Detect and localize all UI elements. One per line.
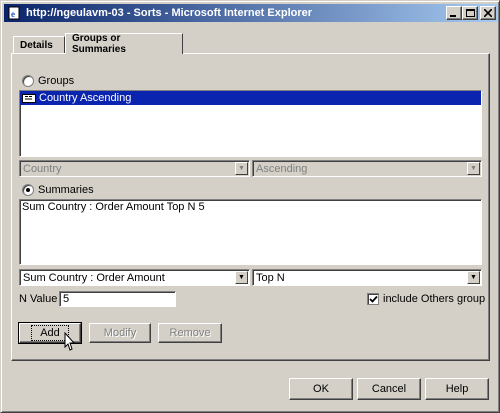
groups-list[interactable]: Country Ascending [19, 90, 482, 157]
n-value-label: N Value [19, 293, 58, 305]
include-others-row[interactable]: include Others group [367, 293, 485, 305]
list-item[interactable]: Country Ascending [20, 91, 481, 105]
chevron-down-icon: ▼ [235, 271, 248, 284]
summaries-radio[interactable] [22, 184, 34, 196]
cancel-button-label: Cancel [371, 383, 407, 395]
remove-button-label: Remove [169, 327, 211, 339]
groups-radio[interactable] [22, 75, 34, 87]
groups-radio-label: Groups [38, 75, 75, 87]
tab-groups-or-summaries[interactable]: Groups or Summaries [65, 33, 183, 55]
chevron-down-icon: ▼ [467, 271, 480, 284]
title-bar[interactable]: e http://ngeulavm-03 - Sorts - Microsoft… [4, 4, 498, 22]
minimize-icon[interactable] [446, 6, 462, 20]
groups-radio-row[interactable]: Groups [22, 75, 74, 87]
window-title: http://ngeulavm-03 - Sorts - Microsoft I… [26, 7, 313, 19]
tab-details-label: Details [20, 40, 53, 51]
chevron-down-icon: ▼ [467, 162, 480, 175]
list-item-label: Country Ascending [39, 92, 132, 104]
group-order-value: Ascending [256, 162, 308, 175]
summary-field-select[interactable]: Sum Country : Order Amount ▼ [19, 269, 250, 286]
n-value-input[interactable]: 5 [59, 291, 176, 307]
list-item-label: Sum Country : Order Amount Top N 5 [22, 201, 205, 213]
summaries-radio-row[interactable]: Summaries [22, 184, 94, 196]
summary-field-value: Sum Country : Order Amount [23, 271, 165, 284]
summary-type-value: Top N [256, 271, 285, 284]
group-order-select[interactable]: Ascending ▼ [252, 160, 482, 177]
ie-page-icon: e [6, 5, 22, 21]
summaries-radio-label: Summaries [38, 184, 94, 196]
tab-details[interactable]: Details [13, 36, 65, 54]
svg-text:e: e [11, 9, 15, 19]
group-field-select[interactable]: Country ▼ [19, 160, 250, 177]
remove-button[interactable]: Remove [158, 323, 222, 343]
modify-button-label: Modify [103, 327, 137, 339]
mouse-pointer-icon [62, 331, 76, 354]
ok-button[interactable]: OK [289, 378, 353, 400]
window-controls [446, 6, 496, 20]
help-button[interactable]: Help [425, 378, 489, 400]
sort-row-icon [22, 93, 36, 103]
dialog-window: e http://ngeulavm-03 - Sorts - Microsoft… [0, 0, 500, 413]
n-value-text: 5 [63, 293, 70, 305]
summaries-list[interactable]: Sum Country : Order Amount Top N 5 [19, 199, 482, 265]
maximize-icon[interactable] [462, 6, 478, 20]
checkmark-icon [368, 295, 378, 303]
group-field-value: Country [23, 162, 62, 175]
tab-groups-label: Groups or Summaries [72, 33, 126, 55]
chevron-down-icon: ▼ [235, 162, 248, 175]
close-icon[interactable] [480, 6, 496, 20]
help-button-label: Help [445, 383, 469, 395]
radio-selected-dot [26, 188, 30, 192]
modify-button[interactable]: Modify [89, 323, 151, 343]
include-others-checkbox[interactable] [367, 293, 379, 305]
summary-type-select[interactable]: Top N ▼ [252, 269, 482, 286]
list-item[interactable]: Sum Country : Order Amount Top N 5 [20, 200, 481, 214]
cancel-button[interactable]: Cancel [357, 378, 421, 400]
include-others-label: include Others group [383, 293, 486, 305]
ok-button-label: OK [313, 383, 329, 395]
